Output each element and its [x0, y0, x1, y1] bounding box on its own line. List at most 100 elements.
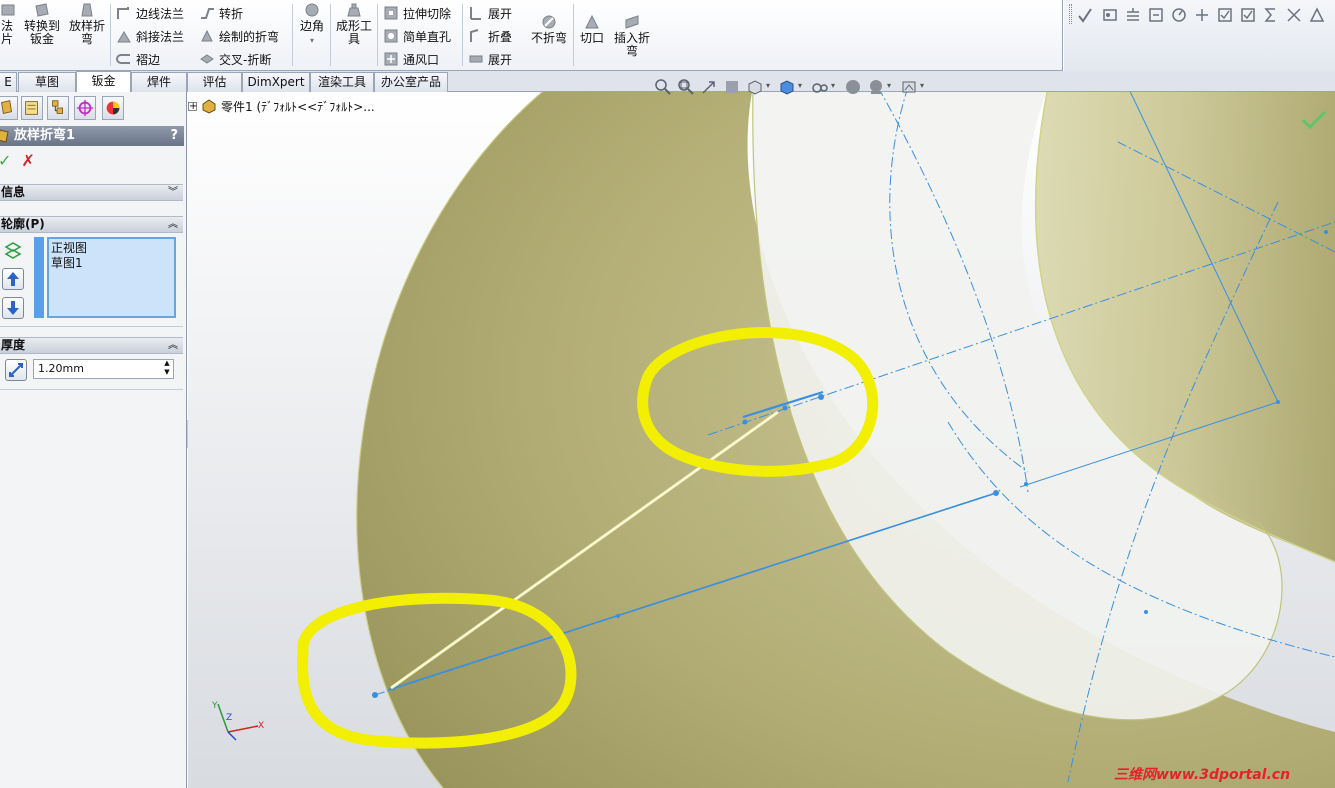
dropdown-arrow-icon[interactable]: ▾ — [798, 81, 802, 90]
tab-sketch[interactable]: 草图 — [18, 72, 76, 92]
datum-icon[interactable] — [1193, 6, 1211, 24]
jog-button[interactable]: 转折 — [199, 3, 243, 23]
dropdown-arrow-icon[interactable]: ▾ — [887, 81, 891, 90]
graphics-area[interactable]: Y X Z — [188, 92, 1335, 788]
thickness-spinner[interactable]: ▲ ▼ — [160, 359, 174, 379]
tab-label: 评估 — [202, 75, 227, 89]
profile-group-header[interactable]: 轮廓(P) ︽ — [0, 216, 183, 233]
spin-down-icon[interactable]: ▼ — [160, 368, 174, 377]
note-icon[interactable] — [1101, 6, 1119, 24]
surface-finish-icon[interactable] — [1308, 6, 1326, 24]
hem-button[interactable]: 褶边 — [116, 49, 160, 69]
spin-up-icon[interactable]: ▲ — [160, 359, 174, 368]
zoom-to-fit-icon[interactable] — [654, 78, 672, 96]
list-item[interactable]: 草图1 — [51, 256, 172, 271]
simple-hole-button[interactable]: 简单直孔 — [383, 26, 451, 46]
unfold-button[interactable]: 展开 — [468, 3, 512, 23]
confirmation-corner-ok-icon[interactable] — [1300, 109, 1328, 131]
dropdown-arrow-icon[interactable]: ▾ — [920, 81, 924, 90]
corners-button[interactable]: 边角 ▾ — [296, 2, 328, 47]
sketched-bend-icon — [201, 29, 213, 42]
miter-flange-icon — [117, 31, 131, 43]
edge-flange-button[interactable]: 边线法兰 — [116, 3, 184, 23]
forming-tool-icon — [347, 3, 361, 17]
crosshair-icon — [76, 99, 94, 117]
dropdown-arrow-icon[interactable]: ▾ — [766, 81, 770, 90]
cross-break-button[interactable]: 交叉-折断 — [199, 49, 271, 69]
dropdown-arrow-icon[interactable]: ▾ — [310, 36, 314, 45]
tab-sheet-metal[interactable]: 钣金 — [76, 71, 131, 92]
button-label: 弯 — [80, 32, 93, 46]
display-manager-tab[interactable] — [102, 96, 124, 120]
hide-show-items-icon[interactable] — [811, 78, 829, 96]
sum-icon[interactable] — [1262, 6, 1280, 24]
checkbox-icon[interactable] — [1216, 6, 1234, 24]
miter-flange-button[interactable]: 斜接法兰 — [116, 26, 184, 46]
section-view-icon[interactable] — [723, 78, 741, 96]
flatten-button[interactable]: 展开 — [468, 49, 512, 69]
chevron-down-icon[interactable]: ︾ — [168, 185, 178, 200]
rip-icon — [585, 14, 599, 29]
info-group-header[interactable]: 信息 ︾ — [0, 184, 183, 201]
lofted-bend-button[interactable]: 放样折 弯 — [67, 2, 107, 46]
zoom-to-area-icon[interactable] — [677, 78, 695, 96]
chevron-up-icon[interactable]: ︽ — [168, 217, 178, 232]
apply-scene-icon[interactable] — [867, 78, 885, 96]
rip-button[interactable]: 切口 — [577, 14, 607, 45]
flyout-feature-tree[interactable]: + 零件1 (ﾃﾞﾌｫﾙﾄ<<ﾃﾞﾌｫﾙﾄ>... — [188, 96, 375, 116]
view-orientation-icon[interactable] — [746, 78, 764, 96]
convert-to-sheet-metal-button[interactable]: 转换到 钣金 — [22, 2, 62, 46]
vent-button[interactable]: 通风口 — [383, 49, 439, 69]
property-manager-tab[interactable] — [21, 96, 43, 120]
ribbon-separator — [330, 4, 331, 66]
view-settings-icon[interactable] — [900, 78, 918, 96]
tab-office-products[interactable]: 办公室产品 — [374, 72, 448, 92]
checkbox-icon[interactable] — [1239, 6, 1257, 24]
extruded-cut-button[interactable]: 拉伸切除 — [383, 3, 451, 23]
vent-icon — [384, 52, 398, 66]
thickness-group-header[interactable]: 厚度 ︽ — [0, 337, 183, 354]
forming-tool-button[interactable]: 成形工 具 — [334, 2, 374, 46]
button-label: 斜接法兰 — [136, 29, 185, 44]
insert-bends-button[interactable]: 插入折 弯 — [610, 14, 654, 58]
tab-label: E — [4, 75, 12, 89]
dimension-icon[interactable] — [1147, 6, 1165, 24]
help-button[interactable]: ? — [170, 126, 178, 146]
no-bends-button[interactable]: 不折弯 — [528, 14, 570, 45]
part-model-view: Y X Z — [188, 92, 1335, 788]
gauge-icon[interactable] — [1170, 6, 1188, 24]
spell-check-icon[interactable] — [1076, 6, 1094, 24]
ok-button[interactable]: ✓ — [0, 152, 11, 170]
previous-view-icon[interactable] — [700, 78, 718, 96]
standard-toolbar — [1064, 0, 1335, 71]
feature-manager-tab[interactable] — [0, 96, 18, 120]
tree-expand-icon[interactable]: + — [188, 101, 197, 111]
configuration-manager-tab[interactable] — [47, 96, 69, 120]
lofted-bend-icon — [81, 3, 93, 17]
part-name: 零件1 (ﾃﾞﾌｫﾙﾄ<<ﾃﾞﾌｫﾙﾄ>... — [221, 99, 375, 114]
tab-weldments[interactable]: 焊件 — [131, 72, 187, 92]
dimxpert-manager-tab[interactable] — [74, 96, 96, 120]
balloon-icon[interactable] — [1124, 6, 1142, 24]
edit-appearance-icon[interactable] — [844, 78, 862, 96]
tab-features[interactable]: E — [0, 72, 17, 92]
lofted-bend-feature-icon — [0, 129, 9, 143]
thickness-direction-button[interactable] — [5, 359, 27, 381]
tab-render-tools[interactable]: 渲染工具 — [310, 72, 374, 92]
toolbar-grip[interactable] — [1069, 4, 1072, 24]
tab-evaluate[interactable]: 评估 — [187, 72, 242, 92]
list-item[interactable]: 正视图 — [51, 241, 172, 256]
weld-symbol-icon[interactable] — [1285, 6, 1303, 24]
fold-button[interactable]: 折叠 — [468, 26, 512, 46]
profile-selection-list[interactable]: 正视图 草图1 — [47, 237, 176, 318]
sketched-bend-button[interactable]: 绘制的折弯 — [199, 26, 279, 46]
chevron-up-icon[interactable]: ︽ — [168, 338, 178, 353]
move-up-button[interactable] — [2, 268, 24, 290]
tab-flange-button[interactable]: 法 片 — [0, 2, 15, 46]
thickness-input[interactable]: 1.20mm — [33, 359, 174, 379]
tab-dimxpert[interactable]: DimXpert — [242, 72, 310, 92]
dropdown-arrow-icon[interactable]: ▾ — [831, 81, 835, 90]
move-down-button[interactable] — [2, 297, 24, 319]
cancel-button[interactable]: ✗ — [21, 152, 34, 170]
display-style-icon[interactable] — [778, 78, 796, 96]
